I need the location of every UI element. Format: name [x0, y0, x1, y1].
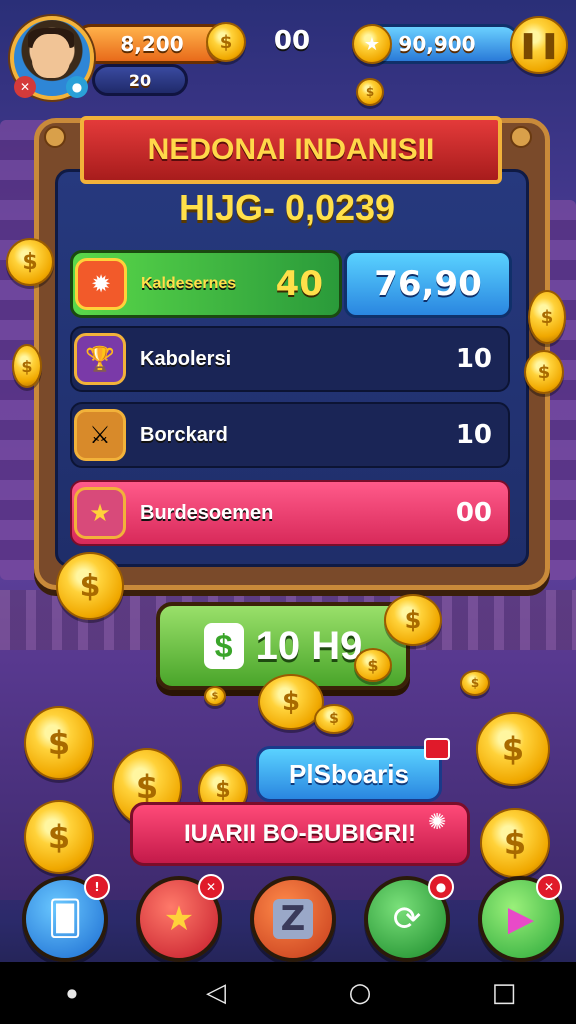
center-score: 00	[273, 26, 311, 56]
list-item-value: 00	[455, 498, 492, 528]
panel-bolt-right	[510, 126, 532, 148]
back-button[interactable]: ◁	[186, 978, 246, 1008]
list-item[interactable]: ⚔ Borckard 10	[70, 402, 510, 468]
nav-dot-icon: ●	[66, 986, 78, 1000]
recents-button[interactable]: □	[474, 978, 534, 1008]
star-coin-icon: ★	[352, 24, 392, 64]
floating-coin: $	[460, 670, 490, 696]
floating-coin: $	[24, 800, 94, 874]
promo-red-label: IUARII BO-BUBIGRI!	[184, 820, 416, 847]
list-item-label: Borckard	[140, 423, 228, 446]
promo-blue-label: PlSboaris	[289, 758, 409, 789]
list-item-value: 10	[455, 344, 492, 374]
android-nav-bar: ● ◁ ○ □	[0, 962, 576, 1024]
highlight-left-label: Kaldesernes	[141, 275, 237, 292]
floating-coin: $	[524, 350, 564, 394]
floating-coin: $	[6, 238, 54, 286]
floating-coin: $	[204, 686, 226, 706]
floating-coin: $	[354, 648, 392, 682]
promo-blue-button[interactable]: PlSboaris	[256, 746, 442, 802]
star-icon: ★	[163, 899, 195, 939]
coin-icon: $	[206, 22, 246, 62]
trophy-icon: 🏆	[74, 333, 126, 385]
refresh-icon: ⟳	[392, 899, 422, 939]
floating-coin: $	[12, 344, 42, 388]
dollar-icon: $	[203, 623, 244, 669]
avatar-face	[32, 34, 70, 78]
floating-coin: $	[314, 704, 354, 734]
play-icon: ▶	[507, 899, 535, 939]
viking-icon: ⚔	[74, 409, 126, 461]
sparkle-icon: ✺	[428, 810, 447, 835]
card-icon: 🂠	[47, 899, 83, 939]
panel-bolt-left	[44, 126, 66, 148]
pause-button[interactable]: ❚❚	[510, 16, 568, 74]
home-button[interactable]: ○	[330, 978, 390, 1008]
collect-button-label: 10 H9	[255, 623, 363, 668]
list-item-label: Kabolersi	[140, 347, 232, 370]
badge-icon: ★	[74, 487, 126, 539]
high-score: HIJG- 0,0239	[178, 187, 396, 228]
gem-counter-value: 90,900	[398, 32, 476, 56]
floating-coin: $	[56, 552, 124, 620]
panel-title: NEDONAI INDANISII	[80, 116, 502, 184]
level-bar: 20	[92, 64, 188, 96]
list-item[interactable]: ★ Burdesoemen 00	[70, 480, 510, 546]
list-item-label: Burdesoemen	[140, 501, 274, 524]
close-badge-icon[interactable]: ✕	[14, 76, 36, 98]
floating-coin: $	[476, 712, 550, 786]
notification-badge: ✕	[198, 874, 224, 900]
burst-icon: ✹	[75, 258, 127, 310]
floating-coin: $	[480, 808, 550, 878]
notification-badge: ●	[428, 874, 454, 900]
z-icon: Z	[273, 899, 313, 939]
z-box-button[interactable]: Z	[250, 876, 336, 962]
tag-icon	[424, 738, 450, 760]
highlight-right-value: 76,90	[374, 264, 482, 304]
floating-coin: $	[528, 290, 566, 344]
level-value: 20	[128, 70, 152, 90]
floating-coin: $	[356, 78, 384, 106]
coin-counter-value: 8,200	[120, 32, 184, 56]
promo-red-button[interactable]: IUARII BO-BUBIGRI!	[130, 802, 470, 866]
list-item[interactable]: 🏆 Kabolersi 10	[70, 326, 510, 392]
notification-badge: !	[84, 874, 110, 900]
highlight-left-value: 40	[275, 264, 323, 304]
highlight-right-card[interactable]: 76,90	[344, 250, 512, 318]
status-badge-icon: ●	[66, 76, 88, 98]
notification-badge: ✕	[536, 874, 562, 900]
floating-coin: $	[384, 594, 442, 646]
highlight-left-card[interactable]: ✹ Kaldesernes 40	[70, 250, 342, 318]
floating-coin: $	[24, 706, 94, 780]
list-item-value: 10	[455, 420, 492, 450]
